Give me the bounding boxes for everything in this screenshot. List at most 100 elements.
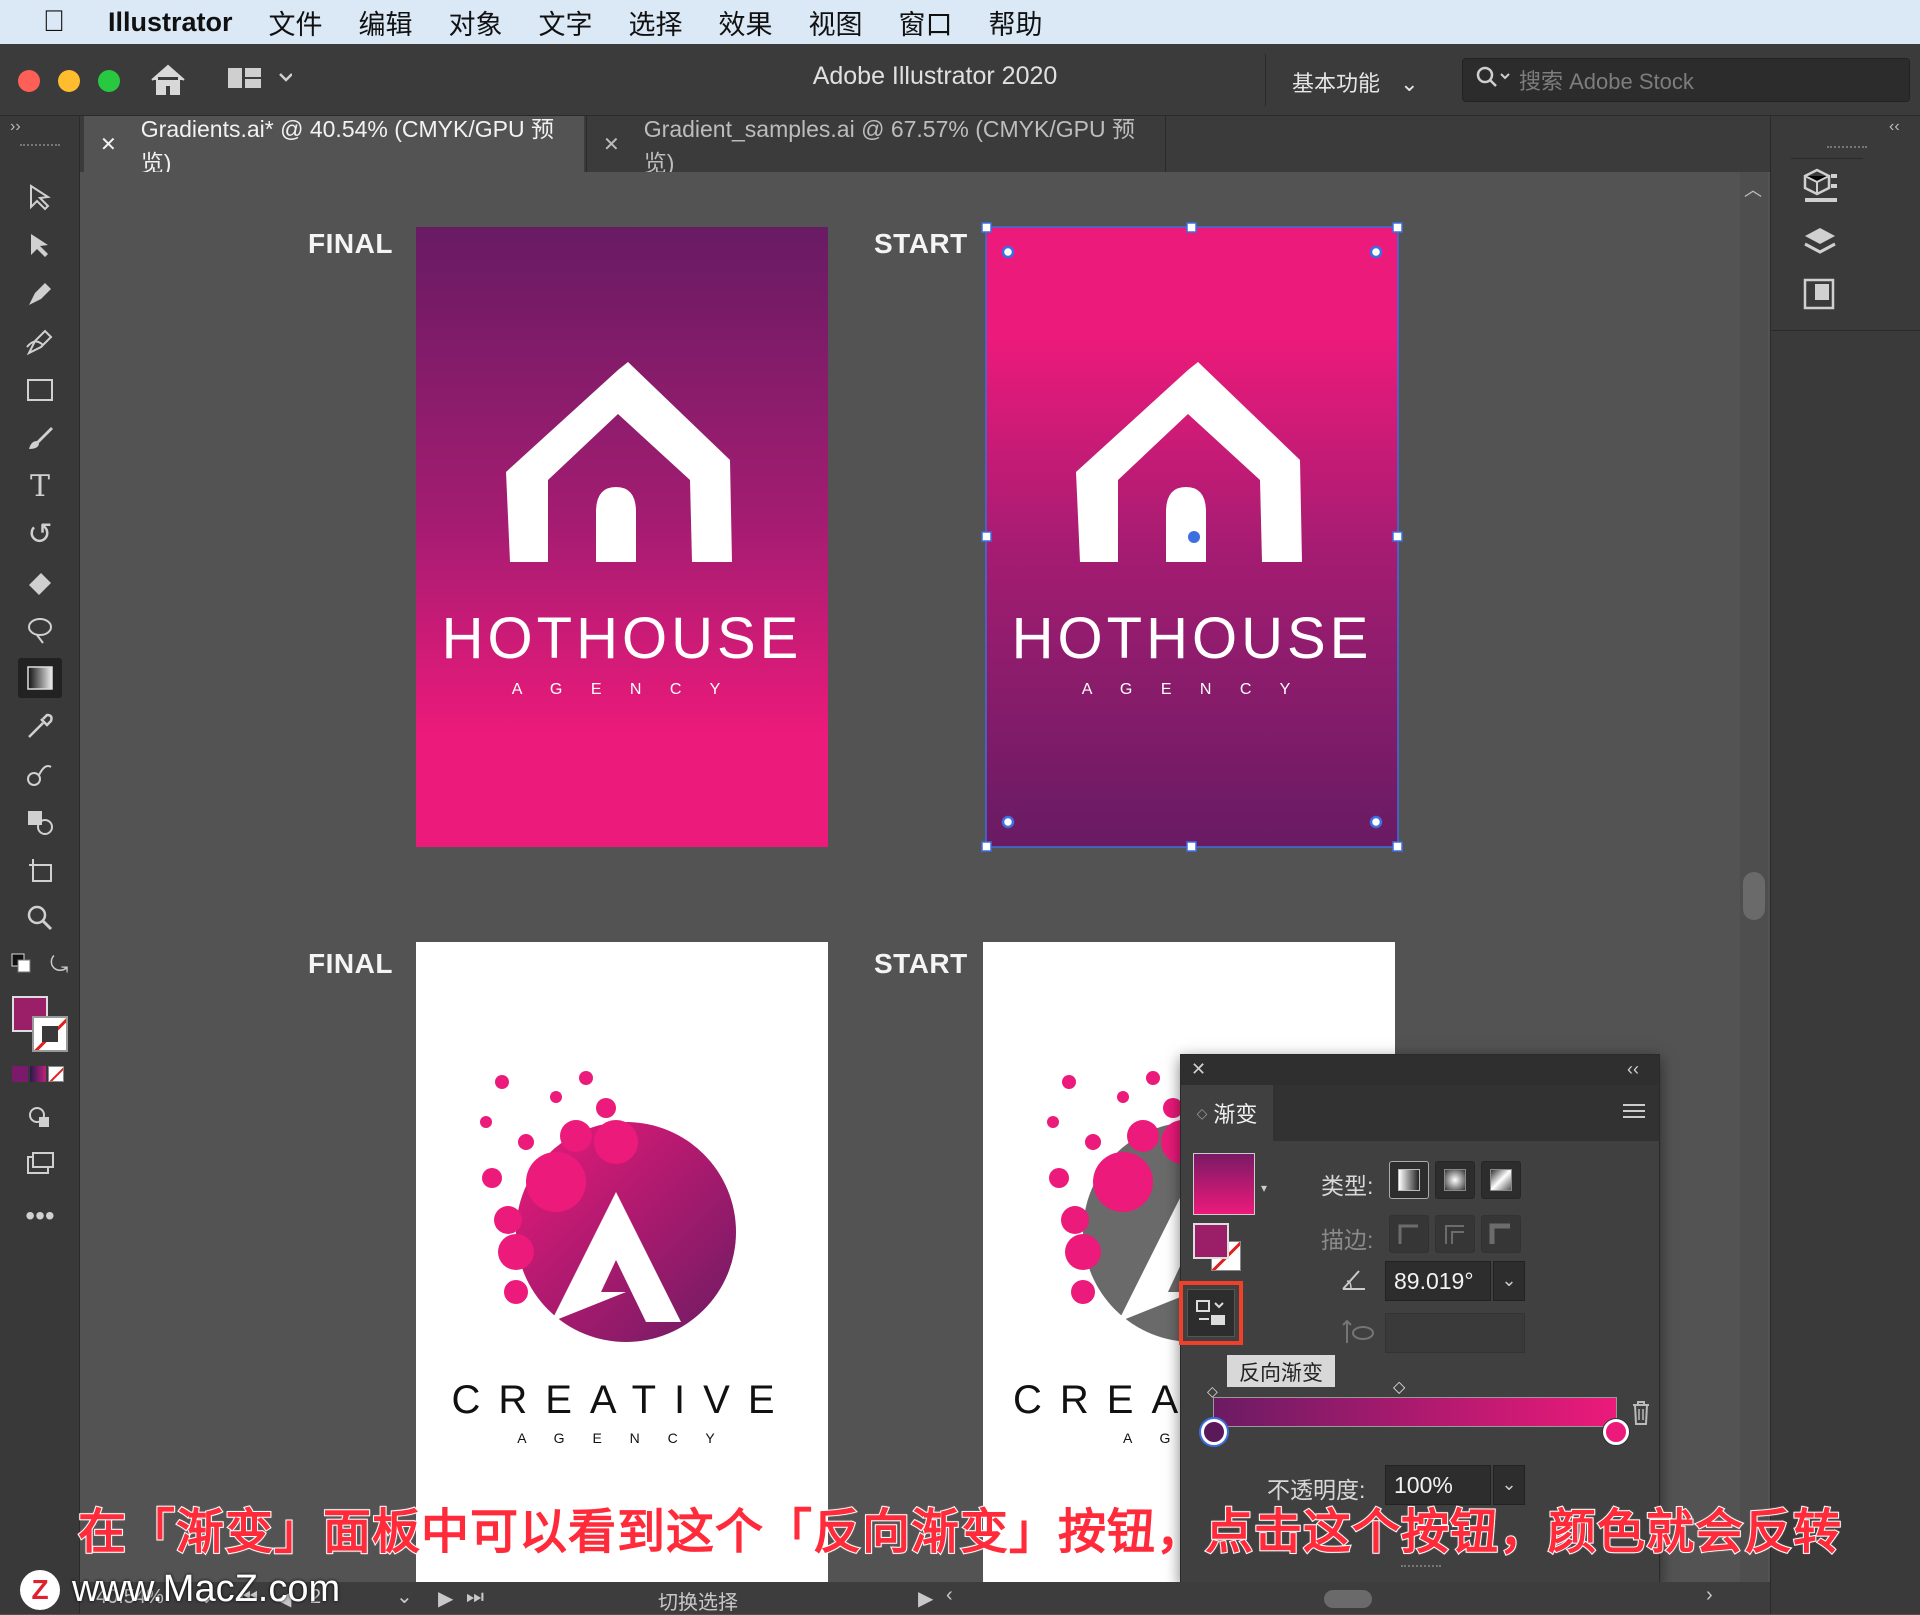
stroke-along-button[interactable] (1435, 1215, 1475, 1253)
tab-gradient-label: 渐变 (1213, 1102, 1258, 1127)
menu-file[interactable]: 文件 (269, 3, 323, 42)
artboard-tool-icon[interactable] (18, 850, 62, 890)
lasso-tool-icon[interactable] (18, 610, 62, 650)
menu-help[interactable]: 帮助 (989, 3, 1043, 42)
menu-object[interactable]: 对象 (449, 3, 503, 42)
menu-app-name[interactable]: Illustrator (108, 7, 233, 38)
stock-search-input[interactable]: 搜索 Adobe Stock (1462, 58, 1910, 102)
reverse-gradient-button[interactable] (1187, 1289, 1235, 1337)
close-tab-icon[interactable]: ✕ (100, 132, 117, 157)
midpoint-diamond-icon[interactable]: ◇ (1393, 1377, 1405, 1397)
gradient-tool-icon[interactable] (18, 658, 62, 698)
curvature-tool-icon[interactable] (18, 322, 62, 362)
properties-icon[interactable] (1801, 276, 1839, 319)
selection-bounding-box[interactable] (978, 219, 1408, 855)
chevron-down-icon[interactable]: ⌄ (396, 1584, 413, 1609)
stroke-across-button[interactable] (1481, 1215, 1521, 1253)
scroll-up-icon[interactable]: ︿ (1744, 176, 1762, 202)
color-mode-buttons[interactable] (12, 1066, 66, 1084)
collapse-panel-icon[interactable]: ‹‹ (1889, 118, 1900, 136)
menu-view[interactable]: 视图 (809, 3, 863, 42)
creative-subtitle: A G E N C Y (517, 1430, 727, 1446)
tab-gradient-samples[interactable]: ✕ Gradient_samples.ai @ 67.57% (CMYK/GPU… (586, 116, 1166, 176)
eraser-tool-icon[interactable] (18, 562, 62, 602)
freeform-gradient-button[interactable] (1481, 1161, 1521, 1199)
fill-indicator[interactable] (1193, 1223, 1229, 1259)
zoom-tool-icon[interactable] (18, 898, 62, 938)
close-panel-icon[interactable]: ✕ (1191, 1059, 1206, 1080)
arrange-documents-icon[interactable] (228, 66, 293, 99)
grip[interactable] (1827, 146, 1867, 150)
angle-dropdown-icon[interactable]: ⌄ (1493, 1261, 1525, 1301)
default-colors-icon[interactable] (10, 952, 34, 981)
libraries-icon[interactable] (1801, 166, 1839, 211)
gradient-slider[interactable] (1213, 1397, 1617, 1427)
creative-title: CREATIVE (451, 1378, 793, 1422)
menu-window[interactable]: 窗口 (899, 3, 953, 42)
selection-tool-icon[interactable] (18, 178, 62, 218)
artboard-creative-final[interactable]: CREATIVE A G E N C Y (416, 942, 828, 1582)
menu-type[interactable]: 文字 (539, 3, 593, 42)
workspace-switcher[interactable]: 基本功能 ⌄ (1270, 66, 1419, 98)
horizontal-scroll-thumb[interactable] (1324, 1590, 1372, 1608)
stroke-swatch[interactable] (32, 1016, 68, 1052)
eyedropper-tool-icon[interactable] (18, 706, 62, 746)
apple-icon[interactable]:  (26, 5, 82, 39)
paintbrush-tool-icon[interactable] (18, 418, 62, 458)
gradient-preview-swatch[interactable] (1193, 1153, 1255, 1215)
status-menu-icon[interactable]: ▶ (918, 1586, 933, 1611)
last-artboard-icon[interactable]: ⏭ (466, 1586, 484, 1609)
artboard-hothouse-final[interactable]: HOTHOUSE A G E N C Y (416, 227, 828, 847)
linear-gradient-button[interactable] (1389, 1161, 1429, 1199)
menu-edit[interactable]: 编辑 (359, 3, 413, 42)
document-tab-bar: ✕ Gradients.ai* @ 40.54% (CMYK/GPU 预览) ✕… (0, 116, 1920, 176)
vertical-scrollbar[interactable]: ︿ (1740, 172, 1768, 1582)
radial-gradient-button[interactable] (1435, 1161, 1475, 1199)
angle-input[interactable]: 89.019° (1385, 1261, 1491, 1301)
artboard-label-start: START (874, 948, 968, 979)
color-stop-right[interactable] (1603, 1419, 1629, 1445)
color-stop-left[interactable] (1201, 1419, 1227, 1445)
panel-resize-grip[interactable] (1401, 1565, 1441, 1569)
menu-effect[interactable]: 效果 (719, 3, 773, 42)
tab-gradients[interactable]: ✕ Gradients.ai* @ 40.54% (CMYK/GPU 预览) (84, 116, 584, 176)
scroll-left-icon[interactable]: ‹ (946, 1584, 953, 1607)
grip[interactable] (20, 144, 60, 148)
home-icon[interactable] (148, 62, 188, 103)
tab-gradient[interactable]: ◇ 渐变 (1181, 1085, 1273, 1141)
stroke-within-button[interactable] (1389, 1215, 1429, 1253)
title-bar: Adobe Illustrator 2020 基本功能 ⌄ 搜索 Adobe S… (0, 44, 1920, 116)
minimize-window-button[interactable] (58, 70, 80, 92)
type-tool-icon[interactable]: T (18, 466, 62, 506)
screen-mode-icon[interactable] (18, 1144, 62, 1184)
aspect-ratio-input[interactable] (1385, 1313, 1525, 1353)
expand-panel-icon[interactable]: ›› (10, 118, 21, 136)
macz-logo-icon: Z (20, 1569, 60, 1610)
hothouse-subtitle: A G E N C Y (511, 681, 733, 698)
panel-header: ✕ ‹‹ (1181, 1055, 1659, 1085)
draw-mode-icon[interactable] (18, 1096, 62, 1136)
right-panel-dock: ‹‹ (1770, 116, 1920, 1614)
swatch-dropdown-icon[interactable]: ▾ (1261, 1181, 1267, 1195)
search-icon (1475, 65, 1511, 95)
close-window-button[interactable] (18, 70, 40, 92)
shape-builder-tool-icon[interactable] (18, 802, 62, 842)
maximize-window-button[interactable] (98, 70, 120, 92)
panel-menu-icon[interactable] (1623, 1101, 1645, 1126)
scroll-right-icon[interactable]: › (1706, 1584, 1713, 1607)
close-tab-icon[interactable]: ✕ (603, 132, 620, 157)
stock-search-placeholder: 搜索 Adobe Stock (1519, 69, 1694, 94)
rectangle-tool-icon[interactable] (18, 370, 62, 410)
direct-selection-tool-icon[interactable] (18, 226, 62, 266)
swap-colors-icon[interactable]: ⤿ (50, 952, 68, 978)
menu-select[interactable]: 选择 (629, 3, 683, 42)
scroll-thumb[interactable] (1743, 872, 1765, 920)
layers-icon[interactable] (1801, 224, 1839, 267)
next-artboard-icon[interactable]: ▶ (438, 1586, 453, 1611)
collapse-panel-icon[interactable]: ‹‹ (1627, 1059, 1639, 1080)
delete-stop-icon[interactable] (1629, 1399, 1653, 1432)
edit-toolbar-icon[interactable]: ••• (18, 1196, 62, 1236)
pen-tool-icon[interactable] (18, 274, 62, 314)
rotate-tool-icon[interactable]: ↺ (18, 514, 62, 554)
blend-tool-icon[interactable] (18, 754, 62, 794)
